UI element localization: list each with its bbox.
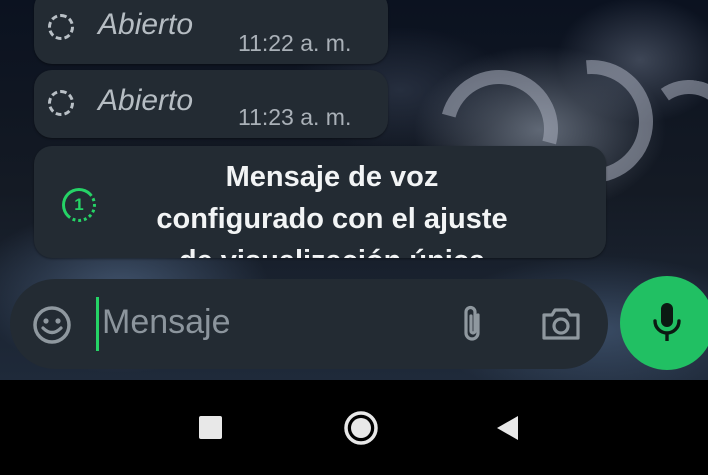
opened-status-icon bbox=[48, 90, 74, 116]
voice-message-line: Mensaje de voz bbox=[225, 161, 439, 193]
message-composer: Mensaje bbox=[10, 279, 608, 369]
paperclip-icon[interactable] bbox=[458, 303, 488, 345]
voice-message-line: configurado con el ajuste bbox=[156, 203, 508, 235]
recents-button[interactable] bbox=[199, 416, 222, 439]
message-bubble-opened[interactable]: Abierto 11:22 a. m. bbox=[34, 0, 388, 64]
opened-status-icon bbox=[48, 14, 74, 40]
message-time: 11:23 a. m. bbox=[238, 104, 352, 130]
camera-icon[interactable] bbox=[540, 305, 582, 343]
system-navigation-bar bbox=[0, 380, 708, 475]
microphone-icon bbox=[653, 303, 681, 341]
opened-label: Abierto bbox=[98, 84, 194, 117]
home-button[interactable] bbox=[343, 410, 379, 446]
message-time: 11:22 a. m. bbox=[238, 30, 352, 56]
message-input[interactable]: Mensaje bbox=[102, 303, 231, 342]
view-once-count: 1 bbox=[74, 195, 84, 214]
message-bubble-opened[interactable]: Abierto 11:23 a. m. bbox=[34, 70, 388, 138]
voice-record-button[interactable] bbox=[620, 276, 708, 370]
voice-message-text: Mensaje de voz configurado con el ajuste… bbox=[112, 156, 552, 258]
back-button[interactable] bbox=[494, 414, 522, 442]
voice-message-line: de visualización única bbox=[112, 240, 552, 258]
text-cursor bbox=[96, 297, 99, 351]
emoji-icon[interactable] bbox=[32, 305, 72, 345]
view-once-icon: 1 bbox=[62, 188, 96, 222]
view-once-voice-message[interactable]: 1 Mensaje de voz configurado con el ajus… bbox=[34, 146, 606, 258]
opened-label: Abierto bbox=[98, 8, 194, 41]
